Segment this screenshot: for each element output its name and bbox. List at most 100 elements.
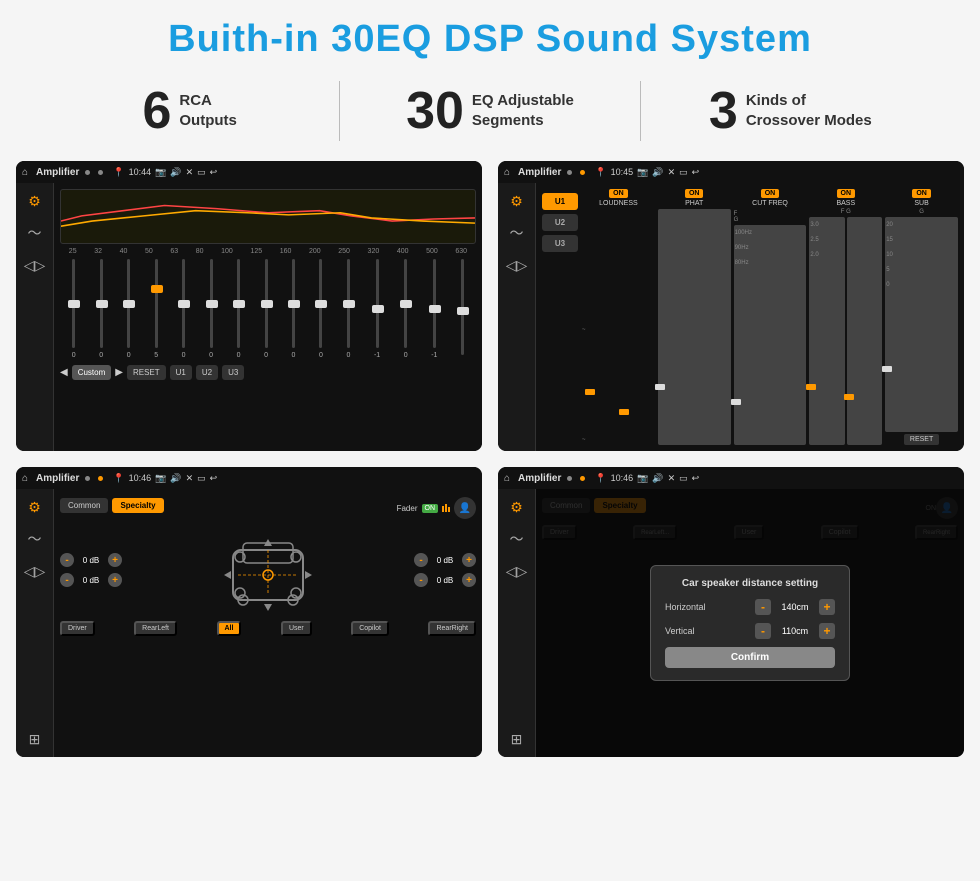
eq-slider-1[interactable]: 0 xyxy=(99,259,103,359)
sp-status-bar: ⌂ Amplifier 📍 10:46 📷 🔊 ✕ ▭ ↩ xyxy=(16,467,482,489)
phat-toggle[interactable]: ON xyxy=(685,189,704,198)
sp-fl-plus[interactable]: + xyxy=(108,553,122,567)
sp-fr-minus[interactable]: - xyxy=(414,553,428,567)
dialog-vertical-minus[interactable]: - xyxy=(755,623,771,639)
dsp-screen-content: ⚙ 〜 ◁▷ U1 U2 U3 xyxy=(498,183,964,451)
back-icon[interactable]: ↩ xyxy=(210,167,218,178)
sp-back-icon[interactable]: ↩ xyxy=(210,473,218,484)
sp-btn-rearleft[interactable]: RearLeft xyxy=(134,621,177,636)
dialog-overlay: Car speaker distance setting Horizontal … xyxy=(536,489,964,757)
dsp-time: 10:45 xyxy=(611,167,634,178)
dialog-confirm-button[interactable]: Confirm xyxy=(665,647,835,668)
eq-preset-custom[interactable]: Custom xyxy=(72,365,112,380)
eq-u1[interactable]: U1 xyxy=(170,365,192,380)
sp-btn-rearright[interactable]: RearRight xyxy=(428,621,476,636)
eq-reset[interactable]: RESET xyxy=(127,365,166,380)
sp-btn-driver[interactable]: Driver xyxy=(60,621,95,636)
dsp-dot-1 xyxy=(567,170,572,175)
eq-slider-14[interactable] xyxy=(461,259,464,359)
sp-home-icon[interactable]: ⌂ xyxy=(22,473,28,484)
dsp-home-icon[interactable]: ⌂ xyxy=(504,167,510,178)
sp-tab-specialty[interactable]: Specialty xyxy=(112,498,163,513)
stat-divider-2 xyxy=(640,81,641,141)
dialog-vertical-plus[interactable]: + xyxy=(819,623,835,639)
sp-fr-plus[interactable]: + xyxy=(462,553,476,567)
eq-slider-11[interactable]: -1 xyxy=(374,259,380,359)
sp-fl-minus[interactable]: - xyxy=(60,553,74,567)
phat-label: PHAT xyxy=(685,200,703,207)
sp-nav-vol[interactable]: ◁▷ xyxy=(23,561,47,581)
eq-play[interactable]: ▶ xyxy=(115,367,123,378)
dsp-preset-u2[interactable]: U2 xyxy=(542,214,578,231)
eq-prev[interactable]: ◀ xyxy=(60,367,68,378)
sp-rl-db: - 0 dB + xyxy=(60,573,122,587)
sp-nav-expand[interactable]: ⊞ xyxy=(23,729,47,749)
dlg-side-nav: ⚙ 〜 ◁▷ ⊞ xyxy=(498,489,536,757)
sp-tab-common[interactable]: Common xyxy=(60,498,108,513)
eq-slider-10[interactable]: 0 xyxy=(346,259,350,359)
eq-nav-wave[interactable]: 〜 xyxy=(23,223,47,243)
eq-slider-0[interactable]: 0 xyxy=(72,259,76,359)
sp-rr-minus[interactable]: - xyxy=(414,573,428,587)
eq-nav-sliders[interactable]: ⚙ xyxy=(23,191,47,211)
eq-slider-8[interactable]: 0 xyxy=(292,259,296,359)
eq-slider-7[interactable]: 0 xyxy=(264,259,268,359)
fader-on[interactable]: ON xyxy=(422,504,439,513)
dlg-home-icon[interactable]: ⌂ xyxy=(504,473,510,484)
dlg-nav-eq[interactable]: ⚙ xyxy=(505,497,529,517)
home-icon[interactable]: ⌂ xyxy=(22,167,28,178)
dsp-nav-vol[interactable]: ◁▷ xyxy=(505,255,529,275)
eq-slider-13[interactable]: -1 xyxy=(431,259,437,359)
sp-dot-1 xyxy=(85,476,90,481)
sp-rl-minus[interactable]: - xyxy=(60,573,74,587)
dialog-horizontal-plus[interactable]: + xyxy=(819,599,835,615)
dsp-preset-u1[interactable]: U1 xyxy=(542,193,578,210)
eq-slider-12[interactable]: 0 xyxy=(404,259,408,359)
sp-left-controls: - 0 dB + - 0 dB + xyxy=(60,553,122,587)
eq-u2[interactable]: U2 xyxy=(196,365,218,380)
dlg-nav-expand[interactable]: ⊞ xyxy=(505,729,529,749)
dialog-horizontal-minus[interactable]: - xyxy=(755,599,771,615)
dsp-reset[interactable]: RESET xyxy=(904,434,939,445)
eq-slider-4[interactable]: 0 xyxy=(182,259,186,359)
window-icon: ▭ xyxy=(197,167,206,178)
dsp-preset-u3[interactable]: U3 xyxy=(542,235,578,252)
eq-slider-9[interactable]: 0 xyxy=(319,259,323,359)
sp-status-icons: 📍 10:46 📷 🔊 ✕ ▭ ↩ xyxy=(113,473,217,484)
cutfreq-toggle[interactable]: ON xyxy=(761,189,780,198)
sp-rr-plus[interactable]: + xyxy=(462,573,476,587)
dlg-nav-vol[interactable]: ◁▷ xyxy=(505,561,529,581)
eq-slider-5[interactable]: 0 xyxy=(209,259,213,359)
dsp-nav-sliders[interactable]: ⚙ xyxy=(505,191,529,211)
dsp-back-icon[interactable]: ↩ xyxy=(692,167,700,178)
loudness-toggle[interactable]: ON xyxy=(609,189,628,198)
sp-nav-eq[interactable]: ⚙ xyxy=(23,497,47,517)
dlg-back-icon[interactable]: ↩ xyxy=(692,473,700,484)
bass-label: BASS xyxy=(836,200,855,207)
eq-nav-vol[interactable]: ◁▷ xyxy=(23,255,47,275)
sp-rr-db: - 0 dB + xyxy=(414,573,476,587)
dlg-nav-wave[interactable]: 〜 xyxy=(505,529,529,549)
sp-car-diagram xyxy=(122,525,414,615)
eq-slider-3[interactable]: 5 xyxy=(154,259,158,359)
dialog-horizontal-row: Horizontal - 140cm + xyxy=(665,599,835,615)
eq-nav-bar: ◀ Custom ▶ RESET U1 U2 U3 xyxy=(60,365,476,380)
sp-btn-copilot[interactable]: Copilot xyxy=(351,621,389,636)
sub-toggle[interactable]: ON xyxy=(912,189,931,198)
sp-settings-icon[interactable]: 👤 xyxy=(454,497,476,519)
bass-toggle[interactable]: ON xyxy=(837,189,856,198)
eq-u3[interactable]: U3 xyxy=(222,365,244,380)
eq-side-nav: ⚙ 〜 ◁▷ xyxy=(16,183,54,451)
sp-nav-wave[interactable]: 〜 xyxy=(23,529,47,549)
stat-crossover-number: 3 xyxy=(709,85,738,137)
eq-slider-2[interactable]: 0 xyxy=(127,259,131,359)
eq-time: 10:44 xyxy=(129,167,152,178)
sp-window-icon: ▭ xyxy=(197,473,206,484)
dsp-nav-wave[interactable]: 〜 xyxy=(505,223,529,243)
sp-main-area: Common Specialty Fader ON xyxy=(54,489,482,757)
eq-slider-6[interactable]: 0 xyxy=(237,259,241,359)
dlg-screen-content: ⚙ 〜 ◁▷ ⊞ Common Specialty ON xyxy=(498,489,964,757)
sp-btn-all[interactable]: All xyxy=(217,621,242,636)
sp-rl-plus[interactable]: + xyxy=(108,573,122,587)
sp-btn-user[interactable]: User xyxy=(281,621,312,636)
